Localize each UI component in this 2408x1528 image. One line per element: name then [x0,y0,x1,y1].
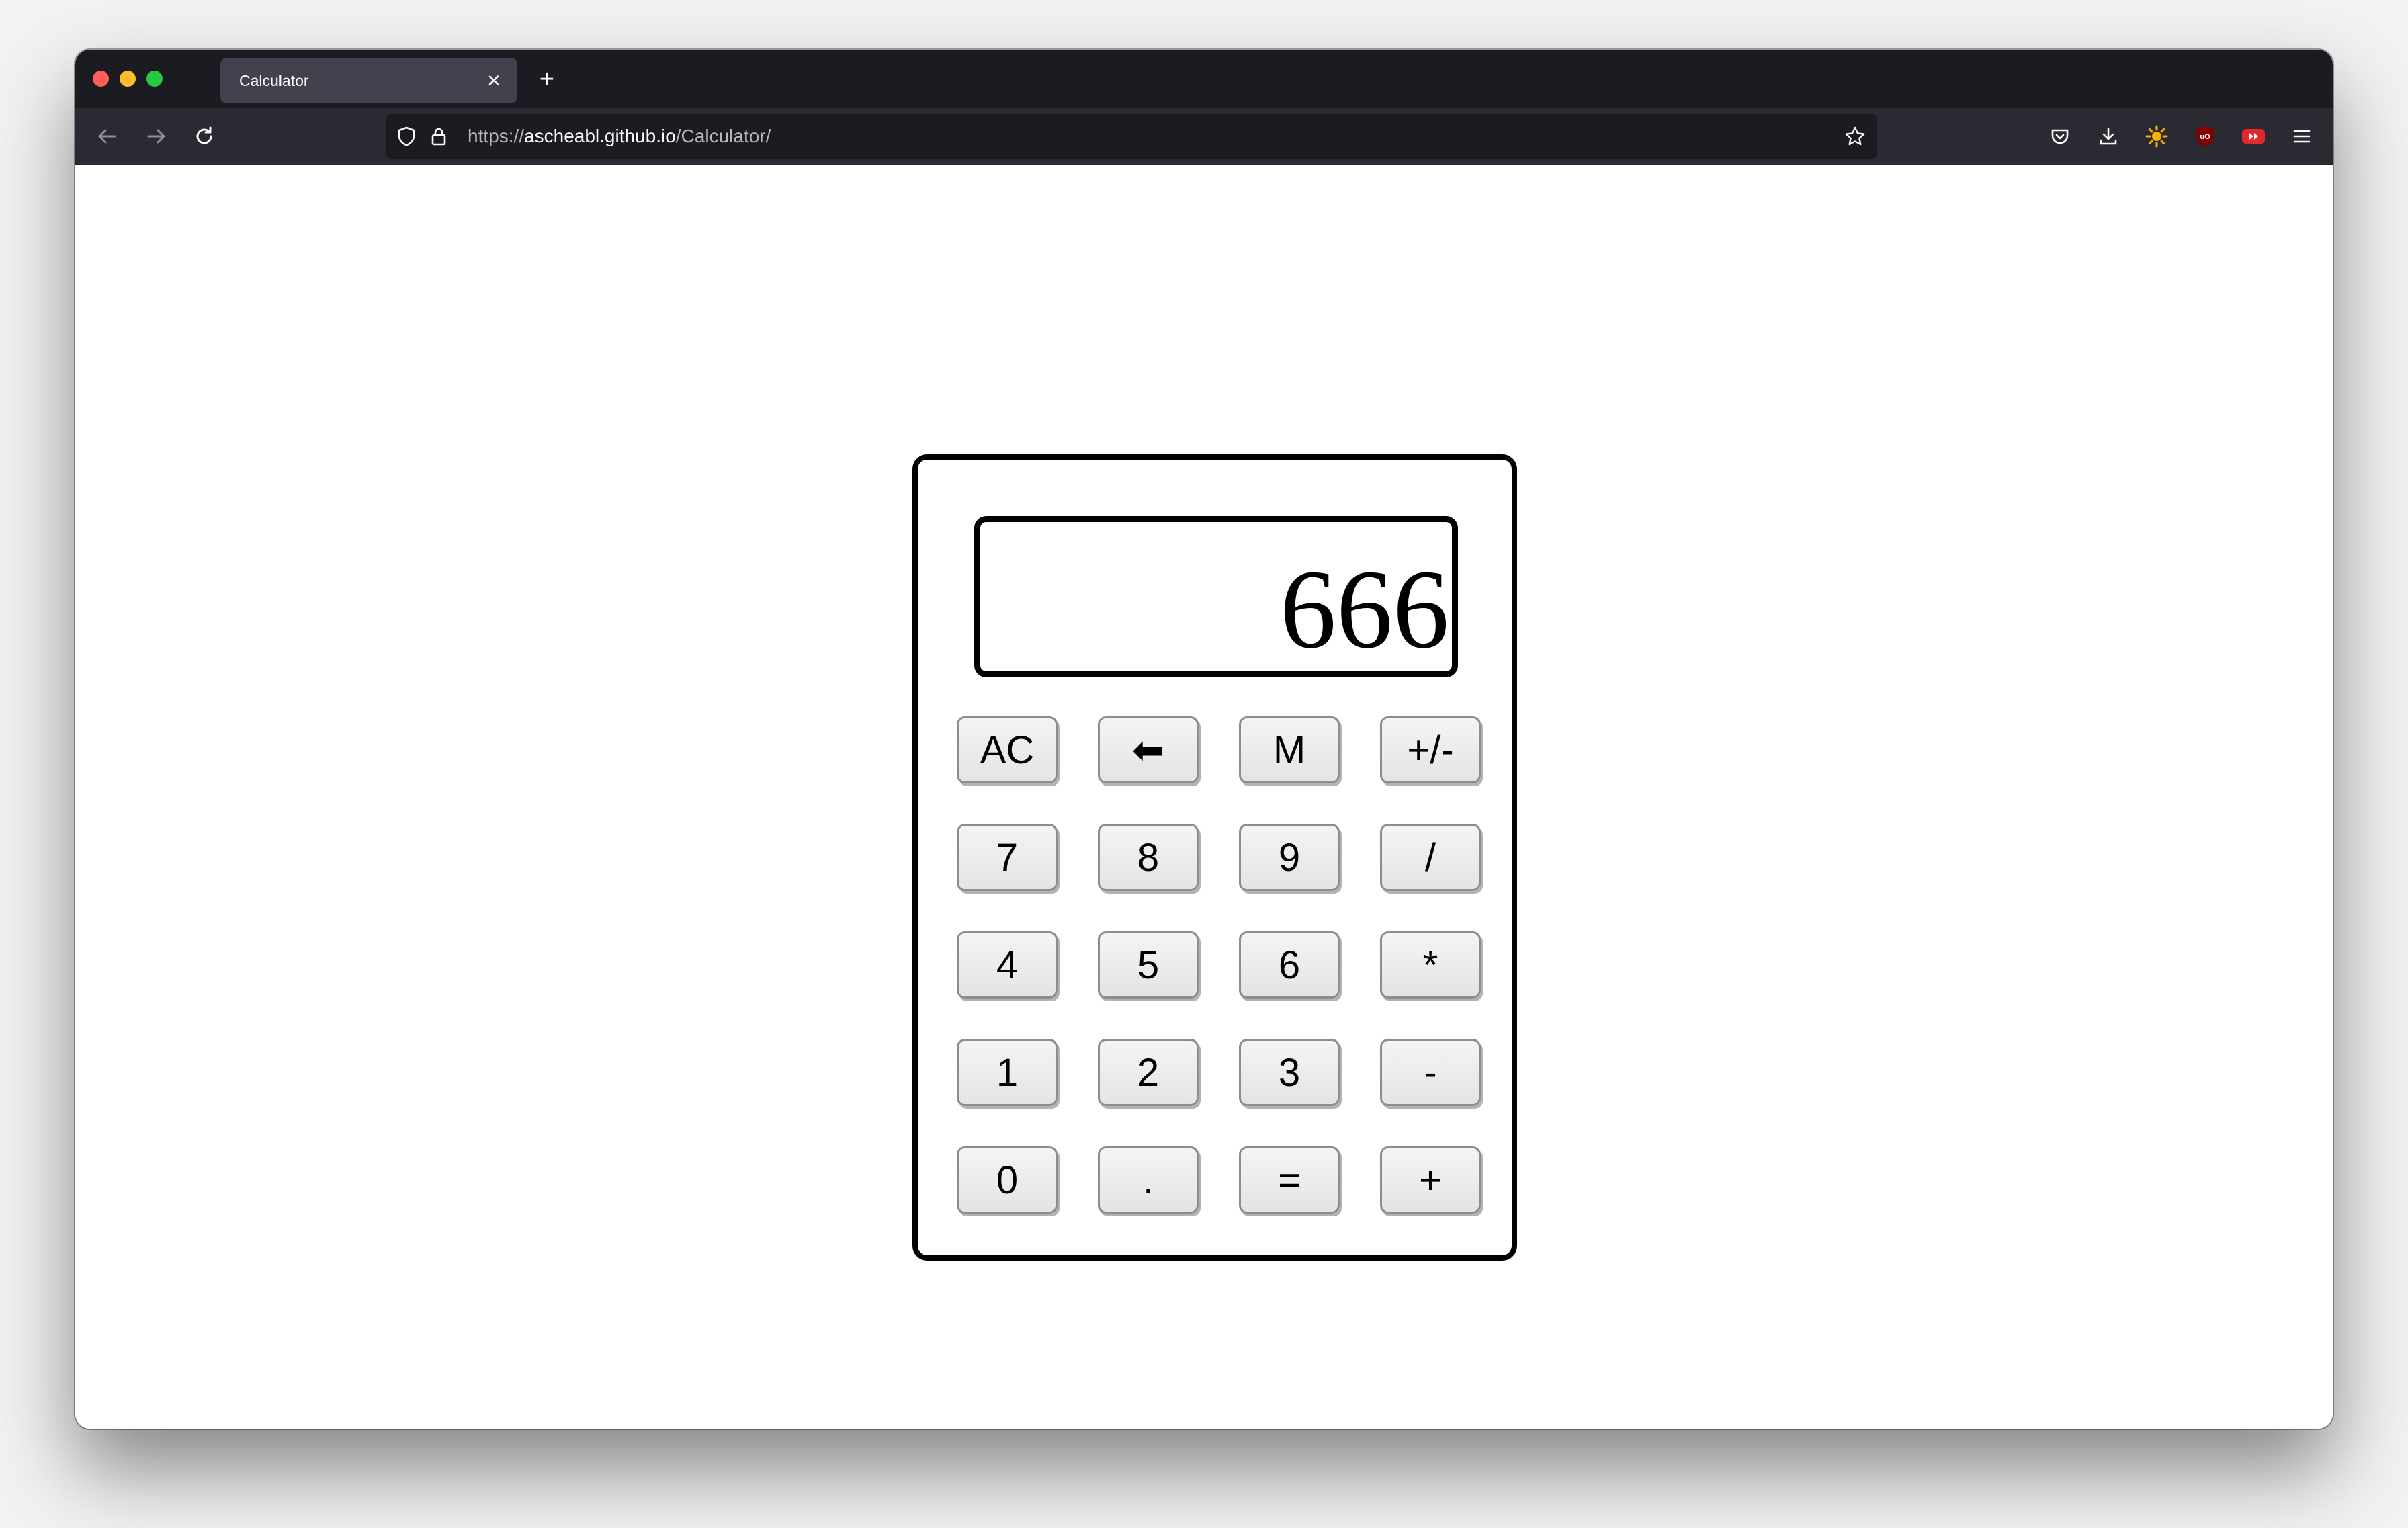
window-minimize-button[interactable] [120,71,136,87]
key-memory[interactable]: M [1239,716,1340,783]
key-6[interactable]: 6 [1239,931,1340,999]
window-close-button[interactable] [93,71,109,87]
key-5[interactable]: 5 [1098,931,1199,999]
svg-text:uO: uO [2200,133,2210,141]
url-scheme: https:// [468,126,525,146]
key-backspace[interactable]: ⬅ [1098,716,1199,783]
key-9[interactable]: 9 [1239,824,1340,891]
display-value: 666 [1280,547,1449,672]
navigation-toolbar: https://ascheabl.github.io/Calculator/ u… [75,108,2333,165]
address-bar[interactable]: https://ascheabl.github.io/Calculator/ [386,114,1877,159]
key-decimal[interactable]: . [1098,1146,1199,1214]
reload-icon [196,126,212,144]
key-8[interactable]: 8 [1098,824,1199,891]
browser-window: Calculator ✕ + https://ascheabl.github.i… [75,50,2333,1429]
key-3[interactable]: 3 [1239,1039,1340,1106]
key-7[interactable]: 7 [957,824,1058,891]
key-divide[interactable]: / [1380,824,1481,891]
star-icon[interactable] [1841,122,1869,151]
ublock-icon: uO [2196,126,2214,146]
calculator: 666 AC ⬅ M +/- 7 8 9 / 4 5 6 * 1 2 3 - 0 [912,454,1517,1261]
key-negate[interactable]: +/- [1380,716,1481,783]
url-text[interactable]: https://ascheabl.github.io/Calculator/ [468,114,771,159]
forward-button[interactable] [140,120,172,153]
calculator-keypad: AC ⬅ M +/- 7 8 9 / 4 5 6 * 1 2 3 - 0 . =… [957,716,1484,1214]
lock-icon[interactable] [425,122,453,151]
arrow-right-icon [147,129,165,144]
menu-button[interactable] [2286,120,2318,153]
key-4[interactable]: 4 [957,931,1058,999]
key-subtract[interactable]: - [1380,1039,1481,1106]
url-host: ascheabl.github.io [524,126,676,146]
new-tab-button[interactable]: + [532,65,562,94]
hamburger-menu-icon [2293,130,2311,143]
tab-title: Calculator [239,72,309,89]
download-icon [2100,127,2117,145]
key-multiply[interactable]: * [1380,931,1481,999]
reload-button[interactable] [188,120,220,153]
key-clear[interactable]: AC [957,716,1058,783]
key-2[interactable]: 2 [1098,1039,1199,1106]
calculator-display: 666 [974,516,1458,677]
page-content: 666 AC ⬅ M +/- 7 8 9 / 4 5 6 * 1 2 3 - 0 [75,165,2333,1429]
sun-extension-icon [2145,125,2168,148]
title-bar: Calculator ✕ + [75,50,2333,108]
pocket-button[interactable] [2044,120,2076,153]
key-add[interactable]: + [1380,1146,1481,1214]
sun-extension-button[interactable] [2141,120,2173,153]
pocket-icon [2051,129,2069,144]
key-0[interactable]: 0 [957,1146,1058,1214]
tracking-shield-icon[interactable] [392,122,421,151]
video-extension-icon [2242,129,2265,144]
url-path: /Calculator/ [675,126,771,146]
video-extension-button[interactable] [2237,120,2270,153]
key-equals[interactable]: = [1239,1146,1340,1214]
back-button[interactable] [91,120,124,153]
downloads-button[interactable] [2092,120,2124,153]
ublock-button[interactable]: uO [2189,120,2221,153]
arrow-left-icon [98,129,116,144]
key-1[interactable]: 1 [957,1039,1058,1106]
window-maximize-button[interactable] [146,71,163,87]
tab-close-icon[interactable]: ✕ [482,69,505,92]
tab-calculator[interactable]: Calculator ✕ [220,58,517,103]
